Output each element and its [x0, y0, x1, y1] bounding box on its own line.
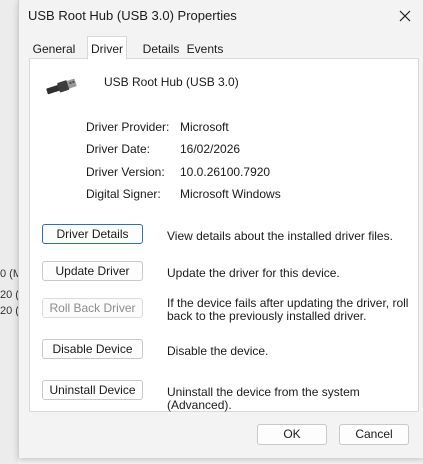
device-name: USB Root Hub (USB 3.0)	[104, 75, 239, 89]
usb-plug-icon	[46, 78, 77, 95]
ok-button[interactable]: OK	[257, 424, 327, 445]
disable-device-button[interactable]: Disable Device	[42, 339, 143, 359]
driver-provider-value: Microsoft	[180, 120, 229, 134]
properties-dialog: USB Root Hub (USB 3.0) Properties Genera…	[18, 0, 423, 458]
background-window-fragment: 0 (M 20 (M 20 (M	[0, 0, 18, 464]
tab-general[interactable]: General	[29, 38, 79, 60]
driver-tab-panel: USB Root Hub (USB 3.0) Driver Provider: …	[29, 58, 419, 412]
driver-details-button[interactable]: Driver Details	[42, 224, 143, 244]
driver-version-label: Driver Version:	[86, 165, 165, 179]
tab-driver[interactable]: Driver	[87, 36, 127, 60]
update-driver-button[interactable]: Update Driver	[42, 261, 143, 281]
uninstall-device-description: Uninstall the device from the system (Ad…	[167, 385, 360, 412]
background-text-line: 20 (M	[0, 289, 18, 301]
driver-date-value: 16/02/2026	[180, 142, 241, 156]
close-button[interactable]	[390, 2, 420, 30]
disable-device-description: Disable the device.	[167, 344, 269, 358]
cancel-button[interactable]: Cancel	[339, 424, 409, 445]
driver-details-description: View details about the installed driver …	[167, 229, 393, 243]
close-icon	[399, 10, 411, 22]
update-driver-description: Update the driver for this device.	[167, 266, 340, 280]
title-bar: USB Root Hub (USB 3.0) Properties	[19, 0, 423, 32]
background-text-line: 20 (M	[0, 305, 18, 317]
driver-date-label: Driver Date:	[86, 142, 151, 156]
digital-signer-value: Microsoft Windows	[180, 187, 281, 201]
tab-details[interactable]: Details	[138, 38, 184, 60]
driver-provider-label: Driver Provider:	[86, 120, 170, 134]
digital-signer-label: Digital Signer:	[86, 187, 161, 201]
tab-events[interactable]: Events	[184, 38, 226, 60]
driver-version-value: 10.0.26100.7920	[180, 165, 271, 179]
background-text-line: 0 (M	[0, 268, 18, 280]
roll-back-driver-button[interactable]: Roll Back Driver	[42, 298, 143, 318]
uninstall-device-button[interactable]: Uninstall Device	[42, 380, 143, 400]
window-title: USB Root Hub (USB 3.0) Properties	[28, 8, 237, 23]
roll-back-driver-description: If the device fails after updating the d…	[167, 296, 409, 323]
